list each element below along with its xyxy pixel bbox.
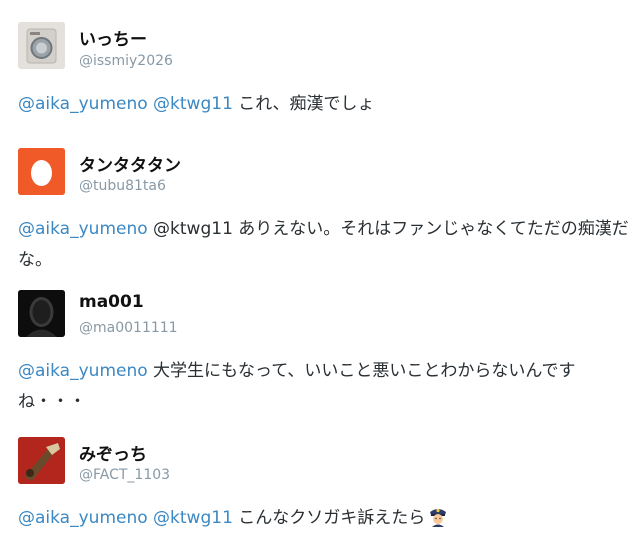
display-name[interactable]: ma001	[79, 292, 144, 312]
mention-link[interactable]: @aika_yumeno	[18, 94, 148, 114]
user-handle[interactable]: @issmiy2026	[79, 53, 173, 69]
mention-link[interactable]: @ktwg11	[153, 94, 233, 114]
mention-link[interactable]: @ktwg11	[153, 219, 233, 239]
tweet-text-content: これ、痴漢でしょ	[232, 94, 375, 114]
avatar[interactable]	[18, 22, 65, 69]
police-officer-icon	[427, 505, 449, 538]
avatar[interactable]	[18, 437, 65, 484]
tweet-text-content: こんなクソガキ訴えたら	[232, 508, 426, 528]
user-handle[interactable]: @tubu81ta6	[79, 178, 166, 194]
user-handle[interactable]: @ma0011111	[79, 320, 178, 336]
mention-link[interactable]: @aika_yumeno	[18, 361, 148, 381]
avatar[interactable]	[18, 148, 65, 195]
tweet-text: @aika_yumeno 大学生にもなって、いいこと悪いことわからないんですね・…	[18, 356, 630, 418]
tweet-text: @aika_yumeno @ktwg11 ありえない。それはファンじゃなくてただ…	[18, 214, 630, 276]
mention-link[interactable]: @ktwg11	[153, 508, 233, 528]
user-handle[interactable]: @FACT_1103	[79, 467, 170, 483]
display-name[interactable]: タンタタタン	[79, 151, 181, 176]
display-name[interactable]: みぞっち	[79, 440, 147, 465]
mention-link[interactable]: @aika_yumeno	[18, 219, 148, 239]
tweet-text: @aika_yumeno @ktwg11 これ、痴漢でしょ	[18, 89, 630, 120]
avatar[interactable]	[18, 290, 65, 337]
display-name[interactable]: いっちー	[79, 25, 147, 50]
mention-link[interactable]: @aika_yumeno	[18, 508, 148, 528]
tweet-text: @aika_yumeno @ktwg11 こんなクソガキ訴えたら	[18, 503, 630, 538]
